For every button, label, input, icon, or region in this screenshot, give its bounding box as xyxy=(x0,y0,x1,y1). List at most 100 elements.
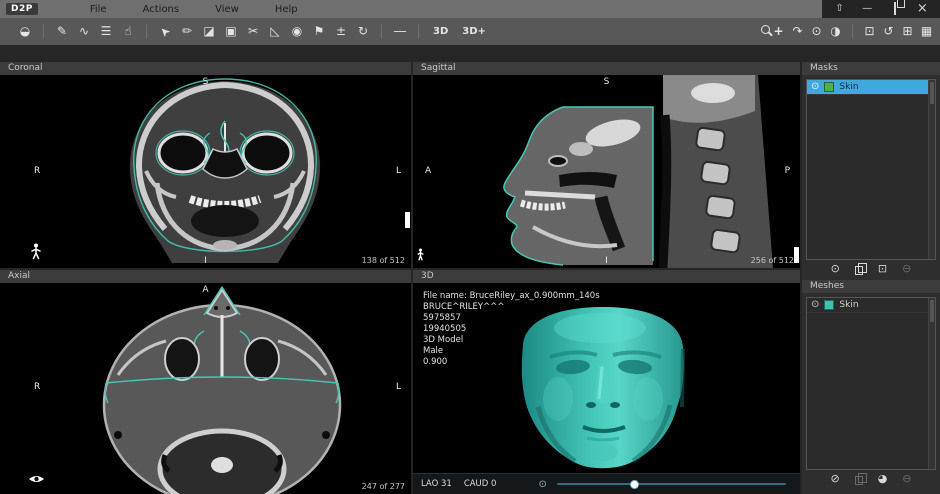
eye-direction-icon xyxy=(28,469,45,488)
brush-tool-button[interactable]: ✏ xyxy=(176,18,198,45)
view-3d-plus-button[interactable]: 3D+ xyxy=(455,26,493,37)
caud-angle-readout: CAUD 0 xyxy=(464,479,497,489)
coronal-viewport-canvas[interactable]: S R L I 138 of 512 xyxy=(0,75,411,268)
sagittal-viewport: Sagittal xyxy=(413,62,800,268)
orientation-inferior: I xyxy=(605,256,608,266)
scan-info-patient-name: BRUCE^RILEY^^^ xyxy=(423,302,600,313)
update-icon[interactable]: ⇧ xyxy=(830,0,850,18)
sagittal-viewport-canvas[interactable]: S A P I 256 of 512 xyxy=(413,75,800,268)
menu-actions[interactable]: Actions xyxy=(143,4,180,15)
three-d-viewport-canvas[interactable]: File name: BruceRiley_ax_0.900mm_140s BR… xyxy=(413,283,800,494)
masks-scrollbar-thumb[interactable] xyxy=(930,82,934,104)
mask-item-label: Skin xyxy=(839,82,858,92)
masks-panel-toolbar: ⊙ ⊡ ⊖ xyxy=(802,262,940,275)
rotate-region-tool-button[interactable]: ↻ xyxy=(352,18,374,45)
toolbar-separator xyxy=(418,24,419,39)
lao-angle-readout: LAO 31 xyxy=(421,479,452,489)
fit-view-button[interactable]: ⊡ xyxy=(860,18,879,45)
cut-tool-button[interactable]: ✂ xyxy=(242,18,264,45)
contour-tool-button[interactable]: ☰ xyxy=(95,18,117,45)
orientation-right: R xyxy=(34,382,40,392)
orientation-superior: S xyxy=(604,77,610,87)
sagittal-slice-indicator: 256 of 512 xyxy=(751,256,794,265)
trim-tool-button[interactable]: ◺ xyxy=(264,18,286,45)
meshes-panel-toolbar: ⊘ ◕ ⊖ xyxy=(802,472,940,485)
three-d-viewport: 3D xyxy=(413,270,800,494)
opacity-eye-icon[interactable]: ⊙ xyxy=(538,479,546,490)
reset-view-button[interactable]: ↺ xyxy=(879,18,898,45)
toolbar-separator xyxy=(43,24,44,39)
mesh-list-item-skin[interactable]: ⊙ Skin xyxy=(807,298,935,313)
opacity-slider-handle[interactable] xyxy=(630,480,639,489)
meshes-scrollbar[interactable] xyxy=(928,298,935,469)
minimize-button[interactable]: — xyxy=(857,0,877,18)
mesh-item-label: Skin xyxy=(839,300,858,310)
masks-scrollbar[interactable] xyxy=(928,80,935,259)
zoom-tool-button[interactable] xyxy=(750,18,769,45)
toolbar-separator xyxy=(146,24,147,39)
scalpel-tool-button[interactable]: ✎ xyxy=(51,18,73,45)
layout-grid-button[interactable]: ▦ xyxy=(917,18,936,45)
scan-info-filename: File name: BruceRiley_ax_0.900mm_140s xyxy=(423,291,600,302)
measure-tool-button[interactable]: ― xyxy=(389,18,411,45)
restore-button[interactable] xyxy=(885,0,905,18)
coronal-slice-indicator: 138 of 512 xyxy=(362,256,405,265)
mask-show-hide-button[interactable]: ⊙ xyxy=(831,262,840,275)
sagittal-slice-slider-handle[interactable] xyxy=(794,247,799,263)
mask-export-button[interactable]: ⊡ xyxy=(878,262,887,275)
menu-help[interactable]: Help xyxy=(275,4,298,15)
scan-info-sex: Male xyxy=(423,346,600,357)
sagittal-viewport-title: Sagittal xyxy=(413,62,800,75)
scan-info-birthdate: 19940505 xyxy=(423,324,600,335)
meshes-panel-header: Meshes xyxy=(802,280,940,293)
coronal-slice-slider-handle[interactable] xyxy=(405,212,410,228)
menu-view[interactable]: View xyxy=(215,4,239,15)
scan-info-model-type: 3D Model xyxy=(423,335,600,346)
window-controls: ⇧ — × xyxy=(822,0,940,18)
rotate-view-button[interactable]: ↷ xyxy=(788,18,807,45)
toolbar-separator xyxy=(852,24,853,39)
mask-preview-button[interactable]: ◒ xyxy=(14,18,36,45)
view-3d-button[interactable]: 3D xyxy=(426,26,455,37)
menubar: File Actions View Help xyxy=(90,4,298,15)
d2p-application-window: D2P File Actions View Help ⇧ — × ◒ ✎ ∿ ☰… xyxy=(0,0,940,494)
mask-color-swatch xyxy=(824,82,834,92)
meshes-scrollbar-thumb[interactable] xyxy=(930,300,934,322)
pan-tool-button[interactable]: + xyxy=(769,18,788,45)
mesh-delete-button[interactable]: ⊖ xyxy=(902,472,911,485)
mask-duplicate-button[interactable] xyxy=(855,266,863,275)
eraser-tool-button[interactable]: ◪ xyxy=(198,18,220,45)
orientation-posterior: P xyxy=(785,166,790,176)
orientation-left: L xyxy=(396,166,401,176)
mesh-visibility-eye-icon[interactable]: ⊙ xyxy=(811,298,819,312)
orientation-inferior: I xyxy=(204,256,207,266)
mesh-hide-button[interactable]: ⊘ xyxy=(830,472,839,485)
window-level-button[interactable]: ⊙ xyxy=(807,18,826,45)
menu-file[interactable]: File xyxy=(90,4,107,15)
axial-viewport: Axial A R xyxy=(0,270,411,494)
mesh-duplicate-button[interactable] xyxy=(855,476,863,485)
opacity-slider-track[interactable] xyxy=(557,483,786,485)
threshold-tool-button[interactable]: ± xyxy=(330,18,352,45)
region-tool-button[interactable]: ◉ xyxy=(286,18,308,45)
mask-visibility-eye-icon[interactable]: ⊙ xyxy=(811,80,819,94)
fill-tool-button[interactable]: ▣ xyxy=(220,18,242,45)
sagittal-ct-image xyxy=(413,75,800,268)
three-d-viewport-title: 3D xyxy=(413,270,800,283)
invert-button[interactable]: ◑ xyxy=(826,18,845,45)
close-button[interactable]: × xyxy=(912,0,932,18)
orientation-anterior: A xyxy=(425,166,431,176)
axial-viewport-canvas[interactable]: A R L 247 of 277 xyxy=(0,283,411,494)
zoom-fit-button[interactable]: ⊞ xyxy=(898,18,917,45)
polyline-tool-button[interactable]: ∿ xyxy=(73,18,95,45)
landmark-tool-button[interactable]: ⚑ xyxy=(308,18,330,45)
mesh-paint-button[interactable]: ◕ xyxy=(878,472,888,485)
push-tool-button[interactable]: ☝ xyxy=(117,18,139,45)
scan-info-slice-thickness: 0.900 xyxy=(423,357,600,368)
masks-panel-header: Masks xyxy=(802,62,940,75)
coronal-viewport-title: Coronal xyxy=(0,62,411,75)
mask-list-item-skin[interactable]: ⊙ Skin xyxy=(807,80,935,95)
mask-delete-button[interactable]: ⊖ xyxy=(902,262,911,275)
select-tool-button[interactable]: ➤ xyxy=(154,18,176,45)
cursor-icon: ➤ xyxy=(152,18,178,44)
